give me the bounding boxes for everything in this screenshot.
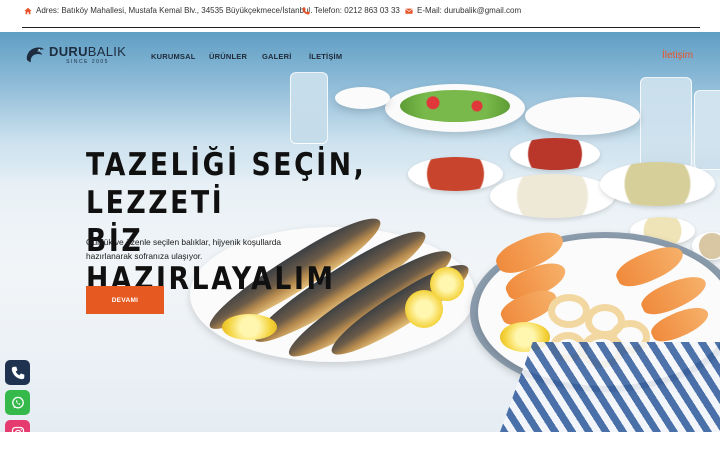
water-glass	[290, 72, 328, 144]
hero-subtext: Günlük ve özenle seçilen balıklar, hijye…	[86, 235, 326, 263]
page-bottom	[0, 432, 720, 450]
phone-info[interactable]: Telefon: 0212 863 03 33	[302, 6, 400, 15]
hero-headline: TAZELİĞİ SEÇİN, LEZZETİ BİZ HAZIRLAYALIM	[86, 146, 396, 298]
nav-item-urunler[interactable]: ÜRÜNLER	[209, 52, 247, 61]
subtext-line-2: hazırlanarak sofranıza ulaşıyor.	[86, 251, 203, 261]
envelope-icon	[405, 8, 413, 14]
contact-link[interactable]: İletişim	[662, 50, 693, 61]
phone-text[interactable]: Telefon: 0212 863 03 33	[314, 6, 400, 15]
phone-icon	[11, 366, 24, 379]
dolphin-logo-icon	[26, 47, 45, 63]
salad	[400, 90, 510, 122]
logo-name: DURUBALIK	[49, 44, 127, 59]
whatsapp-icon	[11, 396, 24, 408]
top-info-bar: Adres: Batıköy Mahallesi, Mustafa Kemal …	[0, 0, 720, 28]
lemon-slice	[222, 314, 277, 340]
headline-line-1: TAZELİĞİ SEÇİN, LEZZETİ	[86, 147, 367, 221]
logo-since: SINCE 2005	[66, 59, 109, 65]
email-text[interactable]: E-Mail: durubalik@gmail.com	[417, 6, 521, 15]
subtext-line-1: Günlük ve özenle seçilen balıklar, hijye…	[86, 237, 282, 247]
phone-icon	[302, 6, 310, 15]
whatsapp-button[interactable]	[5, 390, 30, 415]
calamari-ring	[548, 294, 590, 328]
meze-bowl	[408, 157, 503, 191]
table-cloth	[500, 342, 720, 432]
logo-text: DURUBALIK SINCE 2005	[49, 45, 126, 65]
side-plate	[335, 87, 390, 109]
nav-item-galeri[interactable]: GALERİ	[262, 52, 292, 61]
topbar-divider	[22, 27, 700, 28]
address-text: Adres: Batıköy Mahallesi, Mustafa Kemal …	[36, 6, 313, 15]
water-glass	[694, 90, 720, 170]
water-glass	[640, 77, 692, 169]
meze-bowl	[510, 138, 600, 170]
home-icon	[24, 7, 32, 14]
site-logo[interactable]: DURUBALIK SINCE 2005	[24, 44, 126, 66]
lemon-slice	[430, 267, 464, 301]
nav-item-kurumsal[interactable]: KURUMSAL	[151, 52, 196, 61]
phone-call-button[interactable]	[5, 360, 30, 385]
devami-button[interactable]: DEVAMI	[86, 286, 164, 314]
nav-item-iletisim[interactable]: İLETİŞİM	[309, 52, 342, 61]
meze-bowl	[490, 174, 615, 218]
email-info[interactable]: E-Mail: durubalik@gmail.com	[405, 6, 521, 15]
address-info: Adres: Batıköy Mahallesi, Mustafa Kemal …	[24, 6, 312, 15]
empty-plate	[525, 97, 640, 135]
meze-bowl	[600, 162, 715, 206]
